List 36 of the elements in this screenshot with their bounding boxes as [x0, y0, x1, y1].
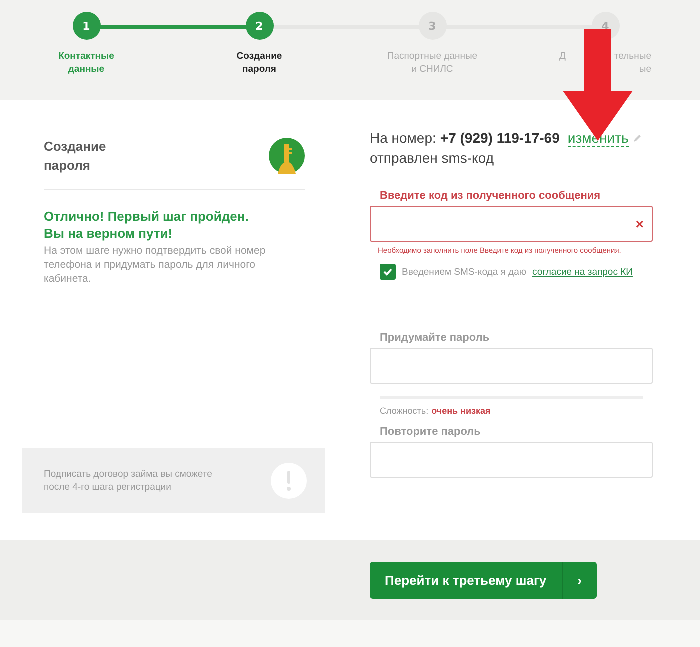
- sms-sent-text: отправлен sms-код: [370, 150, 495, 166]
- consent-link[interactable]: согласие на запрос КИ: [532, 266, 633, 278]
- step-label: пароля: [242, 63, 276, 76]
- step-label: Паспортные данные: [387, 50, 478, 63]
- code-input-field[interactable]: ×: [370, 206, 653, 242]
- step-number: 1: [72, 12, 100, 40]
- step-number: 3: [418, 12, 446, 40]
- consent-checkbox[interactable]: [380, 264, 396, 280]
- notice-text: Подписать договор займа вы сможете после 4-го шага регистрации: [44, 468, 212, 494]
- success-heading: Отлично! Первый шаг пройден. Вы на верном пути!: [44, 208, 250, 242]
- strength-label: Сложность:: [380, 406, 429, 416]
- section-title: Создание пароля: [44, 138, 106, 175]
- clear-icon[interactable]: ×: [636, 216, 644, 232]
- phone-prefix: На номер:: [370, 130, 436, 146]
- key-icon: [269, 138, 305, 174]
- step-description: На этом шаге нужно подтвердить свой номер телефона и придумать пароль для личного кабинета.: [44, 244, 267, 286]
- consent-text: Введением SMS-кода я даю: [402, 266, 526, 278]
- field-label: Придумайте пароль: [380, 332, 491, 344]
- step-number: 2: [246, 12, 274, 40]
- exclamation-icon: [271, 462, 307, 498]
- field-label: Введите код из полученного сообщения: [380, 190, 602, 202]
- password-field[interactable]: [370, 348, 653, 384]
- step-label: и СНИЛС: [412, 63, 454, 76]
- step-label: Контактные: [58, 50, 114, 63]
- step-label: Д: [560, 50, 566, 63]
- next-step-button[interactable]: Перейти к третьему шагу ›: [370, 562, 597, 598]
- step-label: данные: [68, 63, 105, 76]
- step-label: ые: [639, 63, 652, 76]
- pencil-icon: [632, 134, 642, 143]
- field-label: Повторите пароль: [380, 426, 482, 438]
- check-icon: [383, 267, 393, 277]
- step-label: тельные: [614, 50, 652, 63]
- strength-value: очень низкая: [432, 406, 491, 416]
- step-label: Создание: [236, 50, 282, 63]
- phone-number: +7 (929) 119-17-69: [440, 130, 560, 146]
- repeat-password-field[interactable]: [370, 442, 653, 478]
